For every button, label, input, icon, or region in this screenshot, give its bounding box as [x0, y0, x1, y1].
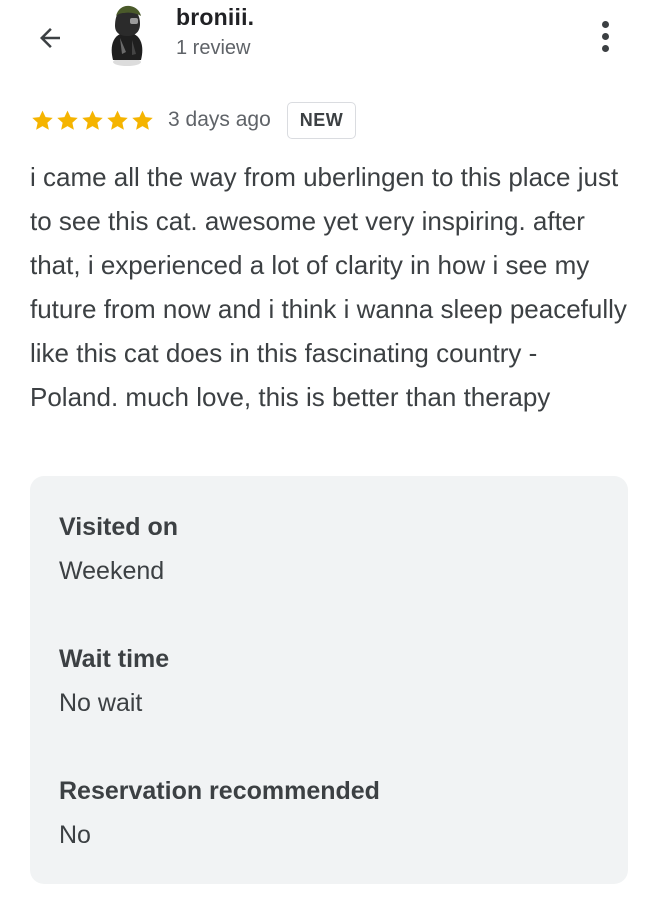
review-header: broniii. 1 review: [0, 0, 658, 90]
review-age: 3 days ago: [168, 108, 271, 131]
more-options-button[interactable]: [590, 14, 620, 58]
arrow-left-icon: [40, 28, 60, 48]
user-name[interactable]: broniii.: [176, 4, 254, 31]
star-icon: [82, 110, 103, 130]
back-button[interactable]: [30, 18, 70, 58]
detail-label: Visited on: [59, 513, 179, 541]
user-review-count: 1 review: [176, 37, 251, 59]
detail-value: Weekend: [59, 557, 165, 585]
detail-label: Reservation recommended: [59, 777, 380, 805]
detail-value: No wait: [59, 689, 143, 717]
star-icon: [57, 110, 78, 130]
new-badge: NEW: [286, 101, 357, 139]
user-avatar[interactable]: [96, 2, 158, 68]
more-vertical-icon: [601, 20, 609, 28]
avatar-image: [111, 5, 143, 66]
review-details-card: Visited on Weekend Wait time No wait Res…: [30, 476, 628, 884]
detail-value: No: [59, 821, 91, 849]
star-icon: [107, 110, 128, 130]
star-icon: [132, 110, 153, 130]
star-rating: [30, 108, 155, 133]
detail-reservation-recommended: Reservation recommended No: [59, 776, 380, 850]
detail-label: Wait time: [59, 645, 170, 673]
more-vertical-icon-dot: [601, 44, 609, 52]
rating-row: 3 days ago NEW: [30, 100, 357, 140]
star-icon: [32, 110, 53, 130]
detail-wait-time: Wait time No wait: [59, 644, 169, 718]
more-vertical-icon-dot: [601, 32, 609, 40]
detail-visited-on: Visited on Weekend: [59, 512, 178, 586]
review-text: i came all the way from uberlingen to th…: [30, 162, 627, 412]
